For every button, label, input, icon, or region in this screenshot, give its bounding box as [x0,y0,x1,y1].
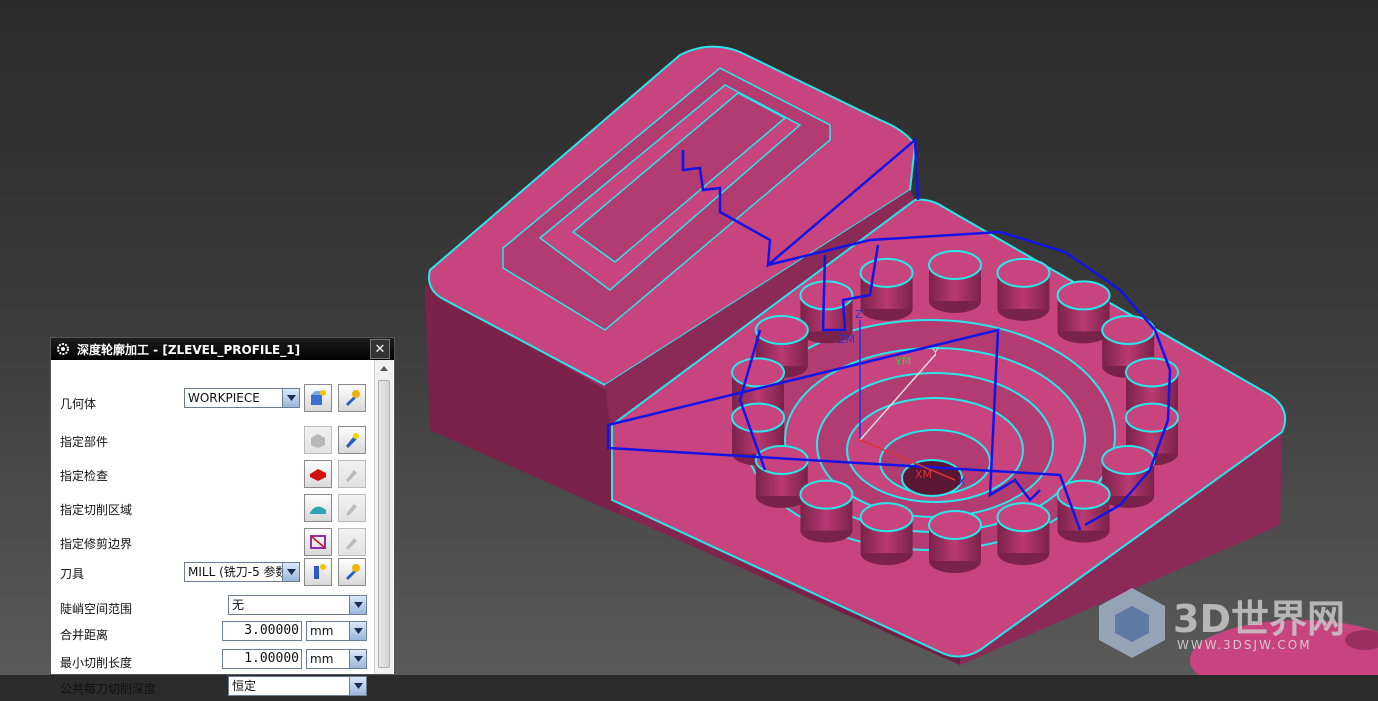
gear-icon[interactable] [55,341,71,357]
workpiece-model[interactable] [425,45,1286,665]
check-body-icon [310,469,326,481]
min-cut-length-unit-select[interactable]: mm [306,649,367,669]
cylinder-boss [754,445,809,508]
cut-area-icon [310,506,326,514]
cube-logo-icon [1099,588,1165,658]
min-cut-length-input[interactable]: 1.00000 [222,649,302,669]
chevron-down-icon[interactable] [349,596,366,614]
geometry-value: WORKPIECE [188,391,260,405]
watermark-brand: 3D世界网 [1173,597,1345,641]
new-geometry-icon [311,390,326,405]
close-icon: ✕ [374,341,386,357]
common-depth-select[interactable]: 恒定 [228,676,367,696]
edit-tool-button[interactable] [338,558,366,586]
wrench-icon [346,564,360,580]
cylinder-boss [859,502,914,566]
tool-label: 刀具 [60,567,85,581]
dialog-title: 深度轮廓加工 - [ZLEVEL_PROFILE_1] [77,342,301,357]
row-merge-distance: 合并距离 3.00000 mm [51,619,374,647]
chevron-down-icon[interactable] [282,563,299,581]
geometry-label: 几何体 [60,397,97,411]
specify-cut-area-label: 指定切削区域 [60,503,133,517]
wrench-icon [346,390,360,406]
flashlight-icon [346,470,357,482]
edit-geometry-button[interactable] [338,384,366,412]
trim-boundary-icon [310,535,326,549]
cylinder-boss [1101,445,1156,508]
flashlight-icon [346,433,359,448]
specify-check-label: 指定检查 [60,469,109,483]
axis-label-xm: XM [915,468,932,481]
tool-value: MILL (铣刀-5 参数 [188,565,288,579]
watermark-url: WWW.3DSJW.COM [1177,638,1312,652]
flashlight-icon [346,538,357,550]
axis-label-ym: YM [894,355,911,368]
select-part-button[interactable] [304,426,332,454]
new-tool-button[interactable] [304,558,332,586]
cylinder-boss [799,479,854,543]
row-geometry: 几何体 WORKPIECE [51,384,374,416]
display-part-button[interactable] [338,426,366,454]
select-trim-button[interactable] [304,528,332,556]
steep-range-select[interactable]: 无 [228,595,367,615]
merge-distance-input[interactable]: 3.00000 [222,621,302,641]
new-tool-icon [314,564,326,579]
row-specify-cut-area: 指定切削区域 [51,494,374,522]
axis-label-x: X [958,475,966,488]
select-check-button[interactable] [304,460,332,488]
row-specify-trim: 指定修剪边界 [51,528,374,556]
row-tool: 刀具 MILL (铣刀-5 参数 [51,558,374,586]
cylinder-boss [1056,280,1111,344]
dialog-scrollbar[interactable] [374,360,393,674]
operation-dialog: 深度轮廓加工 - [ZLEVEL_PROFILE_1] ✕ 几何体 WORKPI… [50,337,395,696]
dialog-titlebar[interactable]: 深度轮廓加工 - [ZLEVEL_PROFILE_1] ✕ [51,338,394,360]
axis-label-z: Z [855,308,863,321]
cylinder-boss [996,257,1051,321]
merge-distance-unit-select[interactable]: mm [306,621,367,641]
watermark: 3D世界网 WWW.3DSJW.COM [1093,584,1363,660]
chevron-down-icon[interactable] [349,650,366,668]
scroll-thumb[interactable] [378,380,390,668]
axis-label-y: Y [931,346,939,359]
display-trim-button[interactable] [338,528,366,556]
chevron-down-icon[interactable] [349,677,366,695]
min-cut-length-label: 最小切削长度 [60,656,133,670]
chevron-down-icon[interactable] [349,622,366,640]
geometry-select[interactable]: WORKPIECE [184,388,300,408]
merge-distance-unit: mm [310,624,334,638]
cylinder-boss [928,250,982,313]
scroll-up-icon[interactable] [375,360,393,376]
common-depth-value: 恒定 [232,679,257,693]
row-steep-range: 陡峭空间范围 无 [51,593,374,621]
part-icon [311,434,325,448]
steep-range-value: 无 [232,598,245,612]
row-min-cut-length: 最小切削长度 1.00000 mm [51,647,374,675]
close-button[interactable]: ✕ [370,339,390,359]
tool-select[interactable]: MILL (铣刀-5 参数 [184,562,300,582]
cylinder-boss [996,502,1051,566]
specify-part-label: 指定部件 [60,435,109,449]
row-specify-part: 指定部件 [51,426,374,454]
display-check-button[interactable] [338,460,366,488]
min-cut-length-unit: mm [310,652,334,666]
row-common-depth: 公共每刀切削深度 恒定 [51,673,374,701]
cylinder-boss [928,510,982,573]
row-specify-check: 指定检查 [51,460,374,488]
axis-label-zm: ZM [838,333,855,346]
display-cut-area-button[interactable] [338,494,366,522]
chevron-down-icon[interactable] [282,389,299,407]
cylinder-boss [859,257,914,321]
steep-range-label: 陡峭空间范围 [60,602,133,616]
select-cut-area-button[interactable] [304,494,332,522]
specify-trim-label: 指定修剪边界 [60,537,133,551]
flashlight-icon [346,504,357,516]
common-depth-label: 公共每刀切削深度 [60,682,157,696]
merge-distance-label: 合并距离 [60,628,109,642]
new-geometry-button[interactable] [304,384,332,412]
